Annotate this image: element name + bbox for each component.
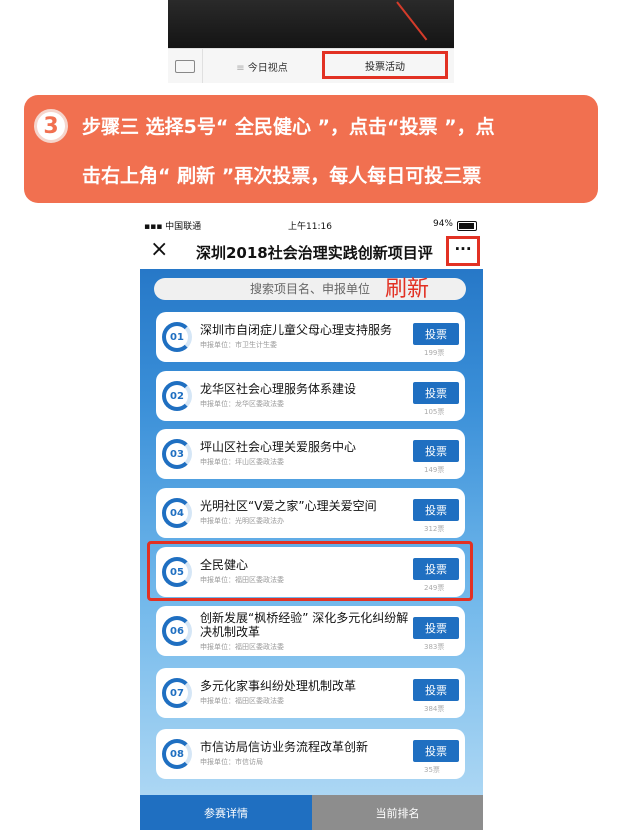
page-title: 深圳2018社会治理实践创新项目评: [196, 244, 433, 262]
project-title: 龙华区社会心理服务体系建设: [200, 382, 357, 396]
project-number: 04: [170, 507, 184, 519]
progress-ring-icon: 03: [162, 439, 192, 469]
project-unit: 申报单位：福田区委政法委: [200, 697, 284, 705]
progress-ring-icon: 07: [162, 678, 192, 708]
vote-count: 312票: [424, 525, 445, 533]
tab-details[interactable]: 参赛详情: [140, 795, 312, 830]
vote-button[interactable]: 投票: [413, 679, 459, 701]
phone-screen: ▪▪▪ 中国联通 上午11:16 94% × 深圳2018社会治理实践创新项目评…: [140, 217, 483, 830]
vote-button[interactable]: 投票: [413, 323, 459, 345]
clock: 上午11:16: [288, 222, 332, 232]
highlight-box: [147, 541, 473, 601]
progress-ring-icon: 04: [162, 498, 192, 528]
vote-button[interactable]: 投票: [413, 617, 459, 639]
progress-ring-icon: 01: [162, 322, 192, 352]
project-number: 06: [170, 625, 184, 637]
project-title: 坪山区社会心理关爱服务中心: [200, 440, 357, 454]
project-item[interactable]: 02 龙华区社会心理服务体系建设申报单位：龙华区委政法委 投票 105票: [156, 371, 465, 421]
project-item[interactable]: 07 多元化家事纠纷处理机制改革申报单位：福田区委政法委 投票 384票: [156, 668, 465, 718]
project-unit: 申报单位：福田区委政法委: [200, 643, 284, 651]
refresh-annotation: 刷新: [385, 277, 430, 302]
project-unit: 申报单位：市卫生计生委: [200, 341, 277, 349]
keyboard-icon[interactable]: [168, 49, 203, 83]
vote-count: 105票: [424, 408, 445, 416]
vote-button[interactable]: 投票: [413, 740, 459, 762]
tab-ranking[interactable]: 当前排名: [312, 795, 483, 830]
step-banner: 3 步骤三 选择5号“ 全民健心 ”，点击“投票 ”，点 击右上角“ 刷新 ”再…: [24, 95, 598, 203]
vote-count: 149票: [424, 466, 445, 474]
project-title: 市信访局信访业务流程改革创新: [200, 740, 369, 754]
vote-button[interactable]: 投票: [413, 499, 459, 521]
more-icon[interactable]: ···: [446, 236, 480, 266]
project-title: 光明社区“V爱之家”心理关爱空间: [200, 499, 377, 513]
project-number: 01: [170, 331, 184, 343]
project-number: 02: [170, 390, 184, 402]
vote-button[interactable]: 投票: [413, 440, 459, 462]
vote-count: 35票: [424, 766, 440, 774]
project-item[interactable]: 01 深圳市自闭症儿童父母心理支持服务申报单位：市卫生计生委 投票 199票: [156, 312, 465, 362]
battery-percent: 94%: [432, 219, 453, 229]
step-number: 3: [34, 109, 68, 143]
project-item[interactable]: 06 创新发展“枫桥经验” 深化多元化纠纷解决机制改革申报单位：福田区委政法委 投票…: [156, 606, 465, 656]
wechat-menu-bar: 今日视点 投票活动: [168, 48, 454, 83]
vote-button[interactable]: 投票: [413, 382, 459, 404]
menu-today[interactable]: 今日视点: [203, 59, 321, 74]
project-unit: 申报单位：光明区委政法办: [200, 517, 284, 525]
project-number: 07: [170, 687, 184, 699]
battery-icon: [457, 221, 477, 231]
project-number: 08: [170, 748, 184, 760]
vote-count: 199票: [424, 349, 445, 357]
project-unit: 申报单位：坪山区委政法委: [200, 458, 284, 466]
nav-bar: × 深圳2018社会治理实践创新项目评 ···: [140, 233, 483, 269]
vote-count: 384票: [424, 705, 445, 713]
project-title: 多元化家事纠纷处理机制改革: [200, 679, 357, 693]
dark-image: [168, 0, 454, 48]
step-text-line2: 击右上角“ 刷新 ”再次投票，每人每日可投三票: [82, 165, 482, 187]
progress-ring-icon: 02: [162, 381, 192, 411]
project-item[interactable]: 08 市信访局信访业务流程改革创新申报单位：市信访局 投票 35票: [156, 729, 465, 779]
progress-ring-icon: 06: [162, 616, 192, 646]
project-title: 创新发展“枫桥经验” 深化多元化纠纷解决机制改革: [200, 611, 409, 639]
menu-vote-activity[interactable]: 投票活动: [322, 51, 448, 79]
step-text-line1: 步骤三 选择5号“ 全民健心 ”，点击“投票 ”，点: [82, 116, 495, 138]
project-title: 深圳市自闭症儿童父母心理支持服务: [200, 323, 393, 337]
close-icon[interactable]: ×: [150, 237, 168, 262]
top-screenshot: 今日视点 投票活动: [168, 0, 454, 84]
progress-ring-icon: 08: [162, 739, 192, 769]
project-unit: 申报单位：龙华区委政法委: [200, 400, 284, 408]
project-number: 03: [170, 448, 184, 460]
status-bar: ▪▪▪ 中国联通 上午11:16 94%: [140, 217, 483, 233]
bottom-tab-bar: 参赛详情 当前排名: [140, 795, 483, 830]
project-item[interactable]: 03 坪山区社会心理关爱服务中心申报单位：坪山区委政法委 投票 149票: [156, 429, 465, 479]
project-unit: 申报单位：市信访局: [200, 758, 263, 766]
vote-count: 383票: [424, 643, 445, 651]
carrier: ▪▪▪ 中国联通: [144, 222, 202, 232]
project-item[interactable]: 04 光明社区“V爱之家”心理关爱空间申报单位：光明区委政法办 投票 312票: [156, 488, 465, 538]
